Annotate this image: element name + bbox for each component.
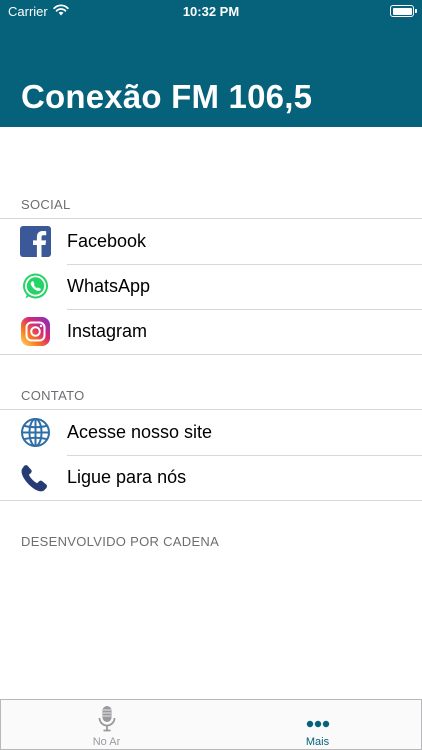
tab-mais[interactable]: Mais (212, 700, 422, 749)
whatsapp-icon (20, 271, 51, 302)
developer-credit: DESENVOLVIDO POR CADENA (21, 534, 220, 549)
microphone-icon (97, 705, 117, 738)
tab-no-ar[interactable]: No Ar (1, 700, 212, 749)
list-item-label: WhatsApp (67, 276, 151, 296)
tab-label: No Ar (92, 736, 121, 748)
more-icon (306, 715, 330, 733)
list-item-instagram[interactable]: Instagram (0, 309, 422, 354)
social-group: Facebook WhatsApp Instagram (0, 218, 422, 355)
list-item-website[interactable]: Acesse nosso site (0, 410, 422, 455)
tab-bar: No Ar Mais (0, 699, 422, 750)
header: Carrier 10:32 PM Conexão FM 106,5 (0, 0, 422, 127)
status-time: 10:32 PM (182, 4, 240, 19)
list-item-label: Acesse nosso site (67, 422, 213, 442)
phone-icon (20, 462, 51, 493)
section-header-social: SOCIAL (21, 197, 71, 212)
list-item-label: Facebook (67, 231, 147, 251)
list-item-phone[interactable]: Ligue para nós (0, 455, 422, 500)
section-header-contato: CONTATO (21, 388, 85, 403)
battery-icon (390, 5, 417, 17)
list-item-facebook[interactable]: Facebook (0, 219, 422, 264)
contato-group: Acesse nosso site Ligue para nós (0, 409, 422, 501)
tab-label: Mais (305, 736, 330, 748)
instagram-icon (20, 316, 51, 347)
page-title: Conexão FM 106,5 (21, 78, 313, 115)
status-right (390, 5, 417, 17)
facebook-icon (20, 226, 51, 257)
globe-icon (20, 417, 51, 448)
list-item-whatsapp[interactable]: WhatsApp (0, 264, 422, 309)
list-item-label: Instagram (67, 321, 148, 341)
status-bar: Carrier 10:32 PM (0, 0, 422, 24)
list-item-label: Ligue para nós (67, 467, 187, 487)
